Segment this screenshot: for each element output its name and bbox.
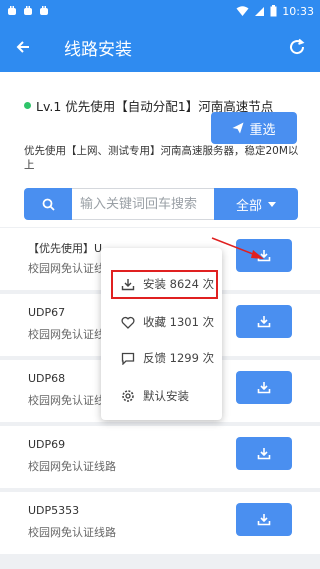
- app-bar: 线路安装: [0, 22, 320, 72]
- send-icon: [232, 122, 244, 134]
- menu-item-label: 默认安装: [143, 389, 189, 403]
- menu-item-default-install[interactable]: 默认安装: [101, 378, 222, 414]
- download-icon: [257, 448, 271, 460]
- heart-icon: [121, 316, 135, 329]
- page-title: 线路安装: [64, 39, 132, 60]
- search-button[interactable]: [24, 188, 72, 220]
- battery-icon: [270, 5, 277, 17]
- node-description: 优先使用【上网、测试专用】河南高速服务器，稳定20M以上: [24, 145, 299, 171]
- line-subtitle: 校园网免认证线路: [28, 460, 116, 473]
- menu-item-label: 收藏 1301 次: [143, 315, 215, 329]
- gear-icon: [122, 390, 134, 402]
- reselect-button[interactable]: 重选: [211, 112, 297, 144]
- wifi-icon: [236, 5, 249, 16]
- line-name: UDP68: [28, 372, 66, 385]
- status-time: 10:33: [282, 4, 314, 18]
- bug-icon: [24, 6, 32, 15]
- download-icon: [257, 316, 271, 328]
- signal-icon: [255, 6, 265, 16]
- line-subtitle: 校园网免认证线路: [28, 526, 116, 539]
- filter-label: 全部: [235, 198, 262, 214]
- notification-icons: [6, 5, 50, 17]
- refresh-icon: [290, 38, 305, 55]
- reselect-label: 重选: [249, 122, 276, 138]
- download-icon: [257, 250, 271, 262]
- status-bar: 10:33: [0, 0, 320, 22]
- line-name: UDP69: [28, 438, 66, 451]
- line-name: UDP5353: [28, 504, 80, 517]
- caret-down-icon: [268, 201, 276, 207]
- feedback-icon: [121, 352, 135, 365]
- back-button[interactable]: [0, 22, 46, 72]
- refresh-button[interactable]: [274, 22, 320, 72]
- search-input[interactable]: [72, 188, 214, 220]
- bug-icon: [40, 6, 48, 15]
- online-dot-icon: [24, 102, 31, 109]
- download-button[interactable]: [236, 239, 292, 272]
- menu-item-label: 反馈 1299 次: [143, 351, 215, 365]
- search-bar: 全部: [24, 188, 298, 220]
- line-name: 【优先使用】U: [28, 242, 103, 255]
- system-icons: 10:33: [236, 5, 314, 18]
- search-icon: [42, 198, 55, 211]
- arrow-left-icon: [16, 41, 29, 53]
- filter-dropdown[interactable]: 全部: [214, 188, 298, 220]
- bug-icon: [8, 6, 16, 15]
- list-item[interactable]: UDP5353 校园网免认证线路: [0, 492, 320, 554]
- download-button[interactable]: [236, 437, 292, 470]
- download-button[interactable]: [236, 371, 292, 404]
- download-icon: [257, 382, 271, 394]
- menu-item-feedback[interactable]: 反馈 1299 次: [101, 340, 222, 376]
- menu-item-favorite[interactable]: 收藏 1301 次: [101, 304, 222, 340]
- list-item[interactable]: UDP69 校园网免认证线路: [0, 426, 320, 488]
- download-icon: [257, 514, 271, 526]
- line-name: UDP67: [28, 306, 66, 319]
- install-highlight-box: [111, 270, 218, 299]
- download-button[interactable]: [236, 503, 292, 536]
- download-button[interactable]: [236, 305, 292, 338]
